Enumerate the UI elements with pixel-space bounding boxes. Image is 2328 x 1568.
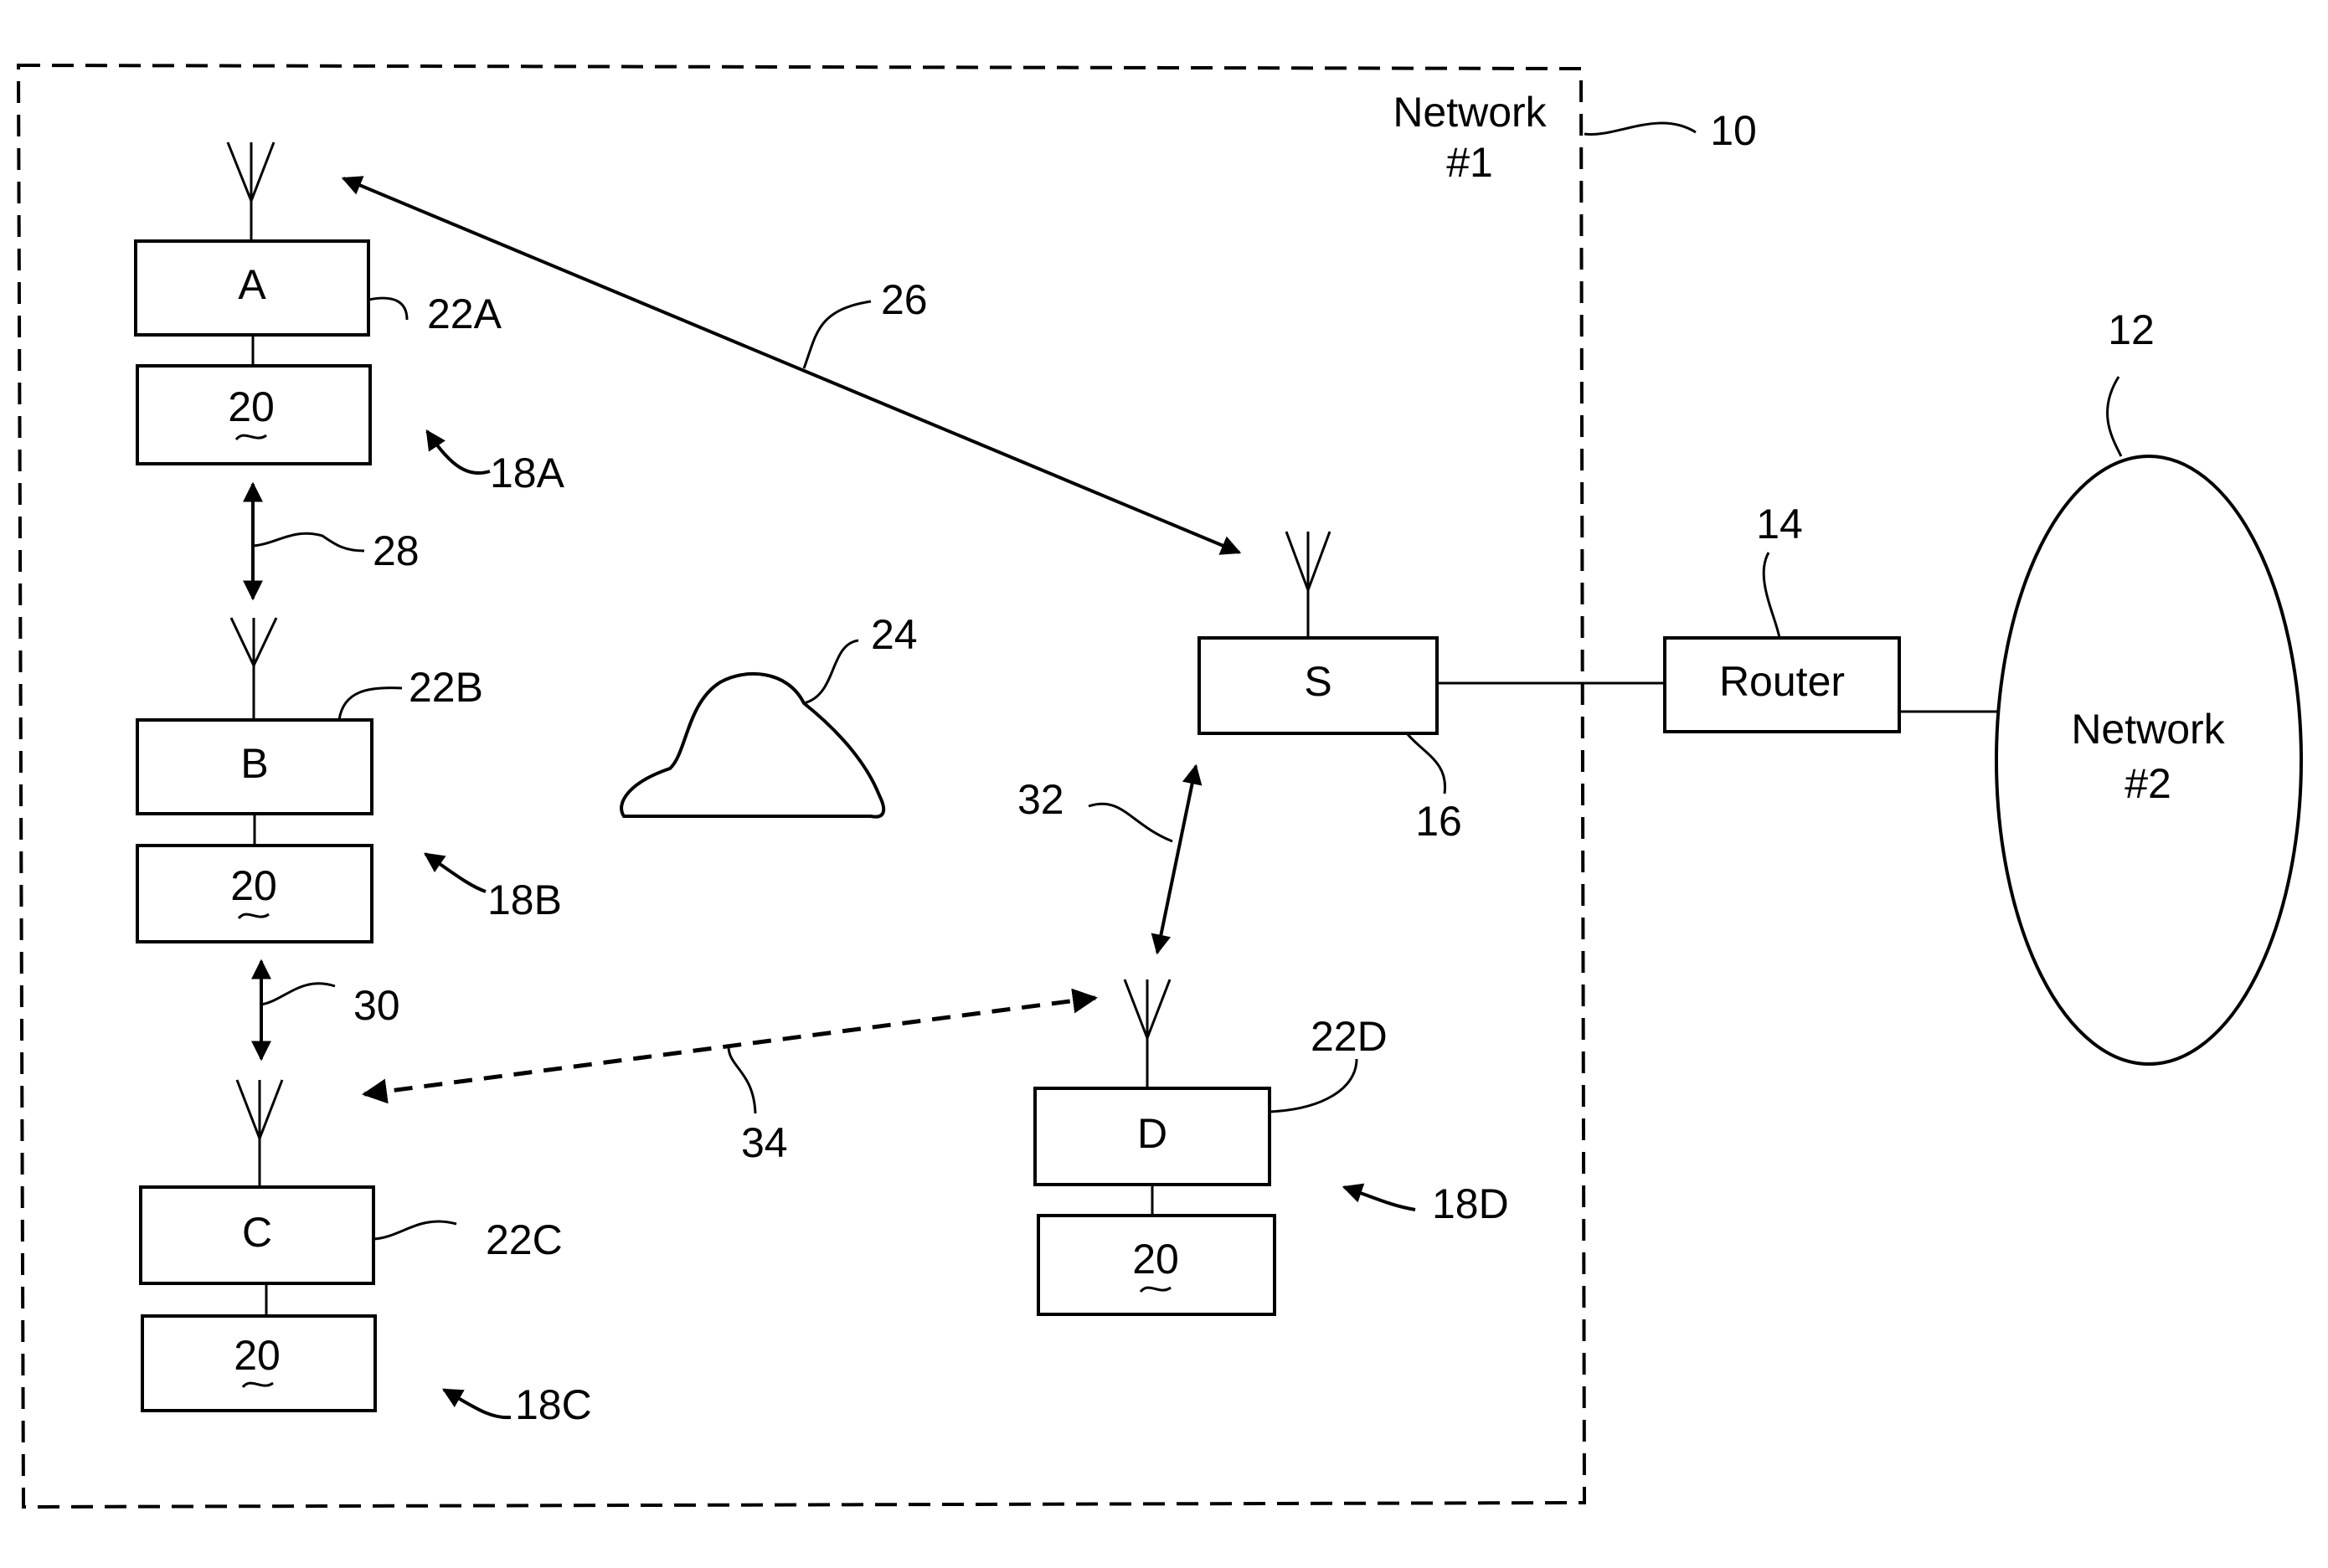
- leader-line-26: [802, 300, 872, 369]
- ref-34: 34: [741, 1119, 788, 1166]
- ref-18c: 18C: [515, 1381, 592, 1428]
- node-c: C 20 22C 18C: [139, 1079, 592, 1428]
- router-label: Router: [1719, 658, 1845, 705]
- leader-line-28: [252, 532, 365, 553]
- node-b: B 20 22B 18B: [136, 617, 562, 943]
- router-node: Router 14: [1663, 501, 1901, 733]
- radio-label-a: A: [238, 261, 266, 308]
- ref-18d: 18D: [1432, 1180, 1509, 1227]
- leader-line-32: [1088, 802, 1173, 843]
- leader-line-22d: [1269, 1058, 1358, 1113]
- leader-line-10: [1584, 121, 1697, 136]
- leader-line-24: [803, 639, 859, 705]
- antenna-icon: [1285, 531, 1331, 638]
- cloud-icon: [620, 672, 886, 819]
- leader-arrow-18b: [424, 852, 487, 893]
- ref-28: 28: [373, 527, 420, 574]
- ref-22d: 22D: [1311, 1013, 1388, 1060]
- ref-12: 12: [2108, 306, 2155, 353]
- ref-26: 26: [881, 276, 928, 323]
- ref-24: 24: [871, 611, 918, 658]
- leader-line-14: [1762, 552, 1781, 639]
- antenna-icon: [235, 1079, 284, 1187]
- radio-label-d: D: [1137, 1110, 1167, 1157]
- link-a-s[interactable]: [341, 176, 1242, 555]
- obstacle-cloud: 24: [620, 611, 918, 819]
- ref-32: 32: [1017, 776, 1064, 823]
- server-node: S 16: [1197, 531, 1462, 845]
- leader-line-12: [2106, 376, 2123, 457]
- leader-line-22c: [373, 1220, 457, 1241]
- device-label-d: 20: [1132, 1236, 1179, 1283]
- network-1-title-line2: #1: [1446, 139, 1493, 186]
- leader-line-22b: [337, 686, 403, 721]
- network-2: Network #2 12: [1995, 306, 2303, 1066]
- ref-22a: 22A: [427, 290, 502, 337]
- network-diagram: Network #1 10 A 20 22A 18A B 20 22B 18B: [16, 63, 2303, 1509]
- ref-18a: 18A: [490, 450, 565, 496]
- leader-arrow-18c: [441, 1388, 512, 1420]
- leader-line-30: [260, 982, 336, 1006]
- ref-10: 10: [1710, 107, 1757, 154]
- ref-22c: 22C: [486, 1216, 563, 1263]
- node-d: D 20 22D 18D: [1033, 979, 1509, 1316]
- leader-arrow-18d: [1342, 1183, 1416, 1211]
- leader-line-16: [1405, 733, 1447, 794]
- link-c-d[interactable]: [362, 988, 1098, 1104]
- antenna-icon: [229, 617, 278, 720]
- ref-22b: 22B: [409, 664, 483, 711]
- ref-16: 16: [1415, 798, 1462, 845]
- device-label-a: 20: [228, 383, 275, 430]
- server-label: S: [1304, 658, 1331, 705]
- antenna-icon: [226, 141, 276, 241]
- radio-label-c: C: [242, 1209, 272, 1256]
- leader-arrow-18a: [425, 429, 491, 476]
- radio-label-b: B: [240, 740, 268, 787]
- device-label-b: 20: [230, 862, 277, 909]
- ref-14: 14: [1756, 501, 1803, 548]
- node-a: A 20 22A 18A: [134, 141, 565, 496]
- antenna-icon: [1123, 979, 1172, 1088]
- ref-18b: 18B: [487, 877, 562, 923]
- network-2-title-line1: Network: [2071, 706, 2225, 753]
- leader-line-34: [727, 1046, 757, 1114]
- network-1-title-line1: Network: [1393, 89, 1547, 136]
- leader-line-22a: [368, 296, 409, 321]
- ref-30: 30: [353, 982, 400, 1029]
- link-s-d[interactable]: [1151, 763, 1203, 955]
- network-2-title-line2: #2: [2125, 760, 2171, 807]
- device-label-c: 20: [234, 1332, 281, 1379]
